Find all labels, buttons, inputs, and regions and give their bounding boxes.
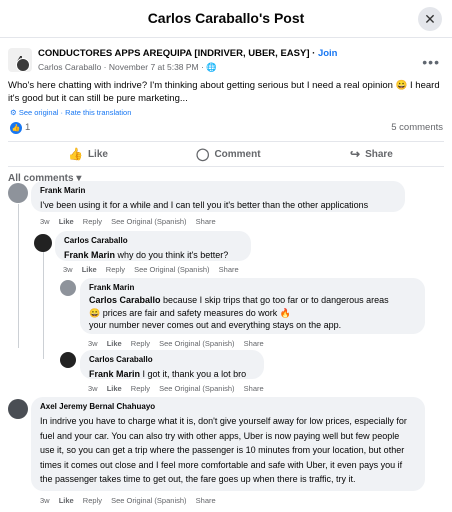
mention-link[interactable]: Carlos Caraballo (89, 295, 161, 305)
comment-bubble: Frank Marin Carlos Caraballo because I s… (80, 278, 425, 334)
comment-time[interactable]: 3w (40, 496, 50, 505)
comment-share-button[interactable]: Share (244, 384, 264, 393)
comment-share-button[interactable]: Share (219, 265, 239, 274)
share-icon: ↪ (350, 147, 361, 161)
avatar[interactable] (34, 234, 52, 252)
see-original-link[interactable]: See original (19, 108, 59, 117)
thread-line (18, 204, 19, 348)
comment-like-button[interactable]: Like (82, 265, 97, 274)
comment-text: because I skip trips that go too far or … (163, 295, 389, 305)
avatar[interactable] (60, 352, 76, 368)
author-avatar[interactable] (16, 58, 30, 72)
comment-text: In indrive you have to charge what it is… (40, 416, 407, 484)
thumbs-up-icon: 👍 (68, 147, 83, 161)
comment-author[interactable]: Frank Marin (40, 186, 396, 195)
see-original-link[interactable]: See Original (Spanish) (159, 384, 234, 393)
comment-time[interactable]: 3w (63, 265, 73, 274)
mention-link[interactable]: Frank Marin (64, 250, 115, 260)
post-date-link[interactable]: November 7 at 5:38 PM (109, 62, 199, 72)
comment-like-button[interactable]: Like (59, 496, 74, 505)
post-text: Who's here chatting with indrive? I'm th… (8, 80, 440, 104)
like-reaction-icon[interactable]: 👍 (10, 122, 22, 134)
comment-time[interactable]: 3w (88, 339, 98, 348)
comment-reply-button[interactable]: Reply (83, 496, 102, 505)
post-stats: 👍 1 5 comments (0, 120, 452, 136)
post-header: 4 CONDUCTORES APPS AREQUIPA [INDRIVER, U… (0, 46, 452, 74)
comment-reply-button[interactable]: Reply (83, 217, 102, 226)
avatar[interactable] (8, 399, 28, 419)
comment-text: why do you think it's better? (117, 250, 229, 260)
rate-translation-link[interactable]: Rate this translation (65, 108, 131, 117)
translation-links: ⚙ See original · Rate this translation (10, 108, 132, 117)
comment-like-button[interactable]: Like (59, 217, 74, 226)
mention-link[interactable]: Frank Marin (89, 369, 140, 379)
comment-bubble: Frank Marin I've been using it for a whi… (31, 181, 405, 212)
comment-like-button[interactable]: Like (107, 384, 122, 393)
share-button[interactable]: ↪ Share (350, 147, 393, 161)
see-original-link[interactable]: See Original (Spanish) (159, 339, 234, 348)
avatar[interactable] (60, 280, 76, 296)
reaction-count[interactable]: 1 (25, 122, 30, 133)
thread-line (43, 249, 44, 359)
comment-actions: 3w Like Reply See Original (Spanish) Sha… (40, 496, 223, 505)
comment-text: I got it, thank you a lot bro (142, 369, 247, 379)
comment-reply-button[interactable]: Reply (131, 339, 150, 348)
comment-count[interactable]: 5 comments (391, 122, 443, 133)
close-icon[interactable]: ✕ (418, 7, 442, 31)
comment-author[interactable]: Carlos Caraballo (89, 355, 255, 364)
see-original-link[interactable]: See Original (Spanish) (111, 217, 186, 226)
post-dialog-header: Carlos Caraballo's Post ✕ (0, 0, 452, 38)
comment-time[interactable]: 3w (40, 217, 50, 226)
group-name-link[interactable]: CONDUCTORES APPS AREQUIPA [INDRIVER, UBE… (38, 48, 309, 59)
avatar[interactable] (8, 183, 28, 203)
comment-author[interactable]: Carlos Caraballo (64, 236, 242, 245)
comment-actions: 3w Like Reply See Original (Spanish) Sha… (63, 265, 246, 274)
comment-share-button[interactable]: Share (196, 217, 216, 226)
dialog-title: Carlos Caraballo's Post (147, 10, 305, 26)
comment-text: your number never comes out and everythi… (89, 320, 342, 330)
globe-icon: 🌐 (206, 62, 217, 72)
comment-bubble: Axel Jeremy Bernal Chahuayo In indrive y… (31, 397, 425, 491)
comment-actions: 3w Like Reply See Original (Spanish) Sha… (40, 217, 223, 226)
comment-actions: 3w Like Reply See Original (Spanish) Sha… (88, 339, 271, 348)
comment-author[interactable]: Frank Marin (89, 283, 416, 292)
comment-like-button[interactable]: Like (107, 339, 122, 348)
see-original-link[interactable]: See Original (Spanish) (134, 265, 209, 274)
like-button[interactable]: 👍 Like (68, 147, 108, 161)
comment-share-button[interactable]: Share (196, 496, 216, 505)
more-options-icon[interactable]: ••• (422, 54, 440, 70)
comment-icon: ◯ (196, 147, 210, 161)
comment-time[interactable]: 3w (88, 384, 98, 393)
comment-reply-button[interactable]: Reply (106, 265, 125, 274)
comment-author[interactable]: Axel Jeremy Bernal Chahuayo (40, 402, 416, 411)
comment-bubble: Carlos Caraballo Frank Marin I got it, t… (80, 350, 264, 379)
join-group-link[interactable]: Join (318, 48, 338, 59)
post-actions-bar: 👍 Like ◯ Comment ↪ Share (8, 141, 444, 167)
comment-button[interactable]: ◯ Comment (196, 147, 261, 161)
translate-icon: ⚙ (10, 108, 17, 117)
author-name-link[interactable]: Carlos Caraballo (38, 62, 101, 72)
see-original-link[interactable]: See Original (Spanish) (111, 496, 186, 505)
comment-text: I've been using it for a while and I can… (40, 200, 369, 210)
comment-reply-button[interactable]: Reply (131, 384, 150, 393)
comment-actions: 3w Like Reply See Original (Spanish) Sha… (88, 384, 271, 393)
comment-share-button[interactable]: Share (244, 339, 264, 348)
comment-bubble: Carlos Caraballo Frank Marin why do you … (55, 231, 251, 261)
comment-text: 😀 prices are fair and safety measures do… (89, 307, 291, 318)
